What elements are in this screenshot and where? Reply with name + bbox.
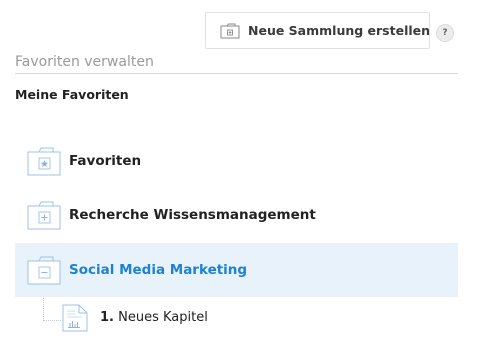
collection-item-recherche[interactable]: Recherche Wissensmanagement: [15, 188, 458, 242]
chapter-title: Neues Kapitel: [118, 310, 208, 325]
new-folder-icon: [220, 23, 240, 39]
page-title: Favoriten verwalten: [15, 54, 154, 70]
chapter-item[interactable]: 1. Neues Kapitel: [62, 304, 262, 334]
collection-label: Favoriten: [69, 153, 142, 169]
title-divider: [15, 73, 458, 74]
favorites-manager: Neue Sammlung erstellen ? Favoriten verw…: [0, 0, 480, 348]
minus-folder-icon: [27, 256, 61, 285]
document-chart-icon: [62, 304, 88, 332]
new-collection-label: Neue Sammlung erstellen: [248, 23, 431, 38]
new-collection-button[interactable]: Neue Sammlung erstellen: [205, 12, 430, 49]
collection-label: Social Media Marketing: [69, 262, 248, 278]
section-subheading: Meine Favoriten: [15, 87, 129, 102]
help-button[interactable]: ?: [436, 24, 454, 42]
collection-item-favoriten[interactable]: Favoriten: [15, 134, 458, 188]
chapter-label: 1. Neues Kapitel: [100, 304, 208, 332]
plus-folder-icon: [27, 201, 61, 230]
chapter-number: 1.: [100, 310, 114, 325]
collection-label: Recherche Wissensmanagement: [69, 207, 316, 223]
star-folder-icon: [27, 147, 61, 176]
tree-connector-horizontal: [43, 320, 61, 321]
tree-connector-vertical: [43, 297, 44, 321]
collection-item-social-media[interactable]: Social Media Marketing: [15, 243, 458, 297]
